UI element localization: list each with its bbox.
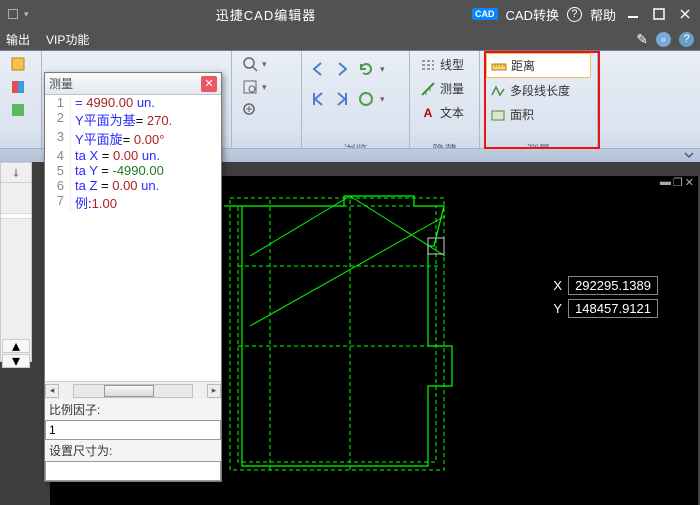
pin-icon[interactable] bbox=[1, 163, 31, 183]
scale-factor-input[interactable] bbox=[45, 420, 221, 440]
ribbon-item-a[interactable] bbox=[6, 53, 30, 75]
ribbon-item-b[interactable] bbox=[6, 76, 30, 98]
qat-dropdown-icon[interactable]: ▾ bbox=[24, 9, 29, 20]
maximize-button[interactable] bbox=[650, 7, 668, 21]
distance-button[interactable]: 距离 bbox=[486, 53, 591, 78]
linetype-label: 线型 bbox=[440, 56, 464, 73]
cad-convert-link[interactable]: CAD转换 bbox=[506, 5, 559, 24]
tab-export[interactable]: 输出 bbox=[6, 31, 30, 48]
polyline-length-button[interactable]: 多段线长度 bbox=[486, 79, 591, 102]
nav-right-icon[interactable] bbox=[332, 59, 352, 79]
text-button[interactable]: A文本 bbox=[416, 101, 468, 124]
panel-title: 测量 bbox=[49, 75, 73, 92]
nav-cycle-icon[interactable] bbox=[356, 89, 376, 109]
doclist-scroll-down[interactable]: ▾ bbox=[2, 354, 30, 368]
cad-badge: CAD bbox=[472, 8, 498, 20]
ribbon-expander-icon[interactable] bbox=[680, 148, 698, 162]
panel-hscroll[interactable]: ◂ ▸ bbox=[45, 381, 221, 399]
polyline-icon bbox=[490, 83, 506, 99]
area-icon bbox=[490, 107, 506, 123]
measurement-panel[interactable]: 测量 ✕ 1= 4990.00 un. 2Y平面为基= 270. 3Y平面旋= … bbox=[44, 72, 222, 482]
pen-icon[interactable]: ✎ bbox=[636, 31, 648, 48]
coord-y-label: Y bbox=[553, 301, 562, 316]
nav-last-icon[interactable] bbox=[332, 89, 352, 109]
linetype-button[interactable]: 线型 bbox=[416, 53, 468, 76]
set-size-label: 设置尺寸为: bbox=[45, 440, 221, 461]
nav-refresh-icon[interactable] bbox=[356, 59, 376, 79]
area-button[interactable]: 面积 bbox=[486, 103, 591, 126]
tab-vip[interactable]: VIP功能 bbox=[46, 31, 89, 48]
area-label: 面积 bbox=[510, 106, 534, 123]
scale-factor-label: 比例因子: bbox=[45, 399, 221, 420]
nav-left-icon[interactable] bbox=[308, 59, 328, 79]
close-button[interactable] bbox=[676, 7, 694, 21]
info-icon[interactable]: ? bbox=[679, 32, 694, 47]
nav-first-icon[interactable] bbox=[308, 89, 328, 109]
hscroll-thumb[interactable] bbox=[104, 385, 154, 397]
polyline-length-label: 多段线长度 bbox=[510, 82, 570, 99]
left-dock: ▴ ▾ bbox=[0, 162, 32, 362]
measure-toggle-label: 测量 bbox=[440, 80, 464, 97]
user-icon[interactable]: ∘ bbox=[656, 32, 671, 47]
app-title: 迅捷CAD编辑器 bbox=[60, 5, 472, 24]
coord-x-label: X bbox=[553, 278, 562, 293]
ribbon-item-c[interactable] bbox=[6, 99, 30, 121]
measure-toggle-button[interactable]: 测量 bbox=[416, 77, 468, 100]
coord-y-value: 148457.9121 bbox=[568, 299, 658, 318]
help-link[interactable]: 帮助 bbox=[590, 5, 616, 24]
panel-body: 1= 4990.00 un. 2Y平面为基= 270. 3Y平面旋= 0.00°… bbox=[45, 95, 221, 381]
text-label: 文本 bbox=[440, 104, 464, 121]
panel-close-button[interactable]: ✕ bbox=[201, 76, 217, 92]
minimize-button[interactable] bbox=[624, 7, 642, 21]
coord-x-value: 292295.1389 bbox=[568, 276, 658, 295]
qat-icon-1[interactable] bbox=[8, 9, 18, 19]
hscroll-left-icon[interactable]: ◂ bbox=[45, 384, 59, 398]
set-size-input[interactable] bbox=[45, 461, 221, 481]
distance-label: 距离 bbox=[511, 57, 535, 74]
zoom-fit-icon[interactable]: ▾ bbox=[238, 53, 271, 75]
ruler-icon bbox=[491, 58, 507, 74]
help-icon[interactable]: ? bbox=[567, 7, 582, 22]
zoom-window-icon[interactable]: ▾ bbox=[238, 76, 271, 98]
zoom-extents-icon[interactable] bbox=[238, 99, 271, 121]
hscroll-right-icon[interactable]: ▸ bbox=[207, 384, 221, 398]
